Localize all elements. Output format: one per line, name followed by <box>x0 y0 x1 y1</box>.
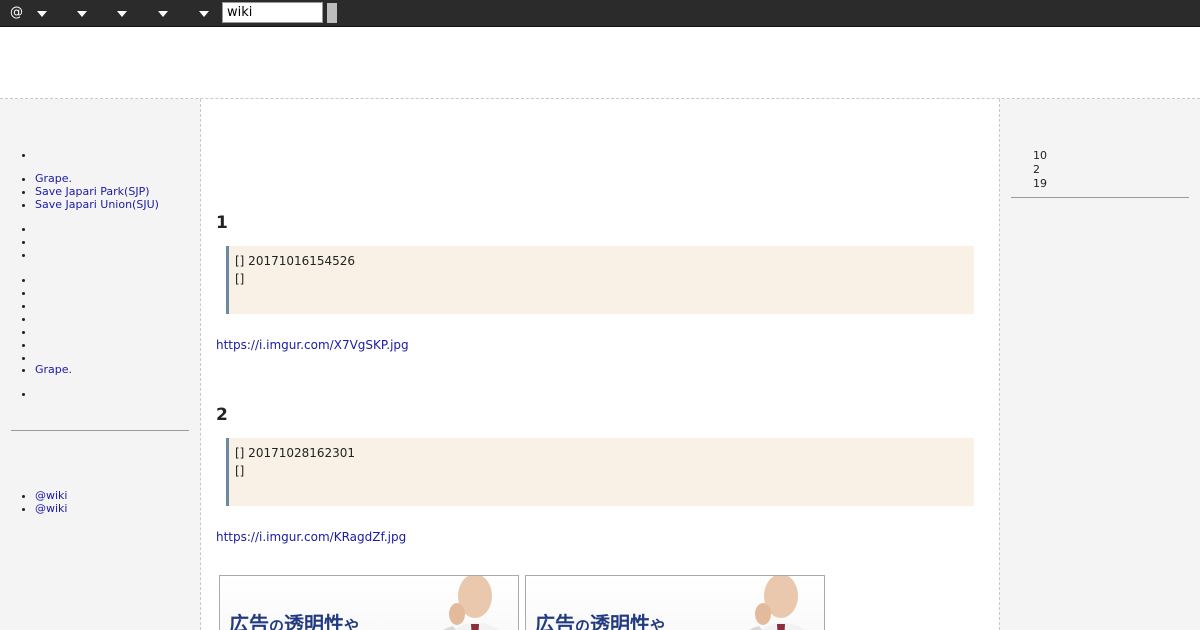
menu-dropdown-3-chevron-down-icon[interactable] <box>117 11 127 17</box>
bottom-links-list: @wiki @wiki <box>0 489 67 515</box>
menu-list-5: Grape. <box>0 363 72 376</box>
list-item: Grape. <box>35 363 72 376</box>
comment-body: [] <box>235 464 245 478</box>
atwiki-logo[interactable]: @ <box>10 5 23 21</box>
menu-dropdown-5-chevron-down-icon[interactable] <box>199 11 209 17</box>
main-content: 1 [] 20171016154526 [] https://i.imgur.c… <box>200 99 1000 630</box>
sidebar-divider <box>1011 197 1189 198</box>
list-item: @wiki <box>35 502 67 515</box>
comment-quote-2: [] 20171028162301 [] <box>226 438 974 506</box>
counter-today: 2 <box>1033 163 1040 176</box>
counter-yesterday: 19 <box>1033 177 1047 190</box>
atwiki-link-1[interactable]: @wiki <box>35 489 67 502</box>
list-item: @wiki <box>35 489 67 502</box>
counter-total: 10 <box>1033 149 1047 162</box>
menu-dropdown-4-chevron-down-icon[interactable] <box>158 11 168 17</box>
atwiki-link-2[interactable]: @wiki <box>35 502 67 515</box>
menu-link-sju[interactable]: Save Japari Union(SJU) <box>35 198 159 211</box>
menu-link-grape-2[interactable]: Grape. <box>35 363 72 376</box>
list-item: Grape. <box>35 172 159 185</box>
comment-meta: [] 20171016154526 <box>235 254 356 268</box>
right-sidebar: 10 2 19 <box>999 99 1200 630</box>
image-link-1[interactable]: https://i.imgur.com/X7VgSKP.jpg <box>216 337 409 353</box>
section-heading-2: 2 <box>216 405 228 425</box>
image-link-2[interactable]: https://i.imgur.com/KRagdZf.jpg <box>216 529 406 545</box>
comment-meta: [] 20171028162301 <box>235 446 356 460</box>
page-header <box>0 27 1200 99</box>
menu-link-grape[interactable]: Grape. <box>35 172 72 185</box>
search-input[interactable] <box>222 2 323 23</box>
ad-headline: 広告の透明性や <box>535 612 666 630</box>
menu-link-sjp[interactable]: Save Japari Park(SJP) <box>35 185 150 198</box>
list-item: Save Japari Union(SJU) <box>35 198 159 211</box>
comment-body: [] <box>235 272 245 286</box>
person-thinking-image <box>749 576 806 630</box>
person-thinking-image <box>443 576 500 630</box>
menu-dropdown-1-chevron-down-icon[interactable] <box>37 11 47 17</box>
list-item: Save Japari Park(SJP) <box>35 185 159 198</box>
sidebar-divider <box>11 430 189 431</box>
top-toolbar: @ <box>0 0 1200 27</box>
menu-list-3 <box>0 222 35 261</box>
ad-banner-1[interactable]: 広告の透明性や <box>219 575 519 630</box>
search-button[interactable] <box>327 3 337 23</box>
menu-list-4 <box>0 273 35 364</box>
menu-list-1 <box>0 148 35 161</box>
comment-quote-1: [] 20171016154526 [] <box>226 246 974 314</box>
menu-list-6 <box>0 387 35 400</box>
ad-banner-2[interactable]: 広告の透明性や <box>525 575 825 630</box>
ad-headline: 広告の透明性や <box>229 612 360 630</box>
counter-list: 10 2 19 <box>1033 149 1047 191</box>
menu-list-2: Grape. Save Japari Park(SJP) Save Japari… <box>0 172 159 211</box>
left-sidebar: Grape. Save Japari Park(SJP) Save Japari… <box>0 99 200 630</box>
section-heading-1: 1 <box>216 213 228 233</box>
menu-dropdown-2-chevron-down-icon[interactable] <box>77 11 87 17</box>
